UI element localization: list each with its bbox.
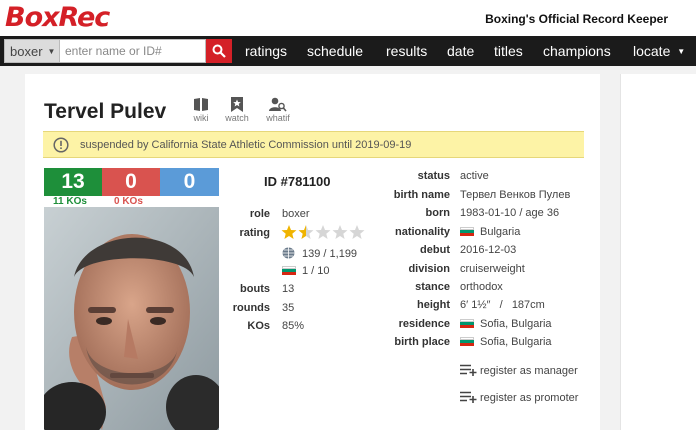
star-empty-icon xyxy=(332,225,348,239)
world-rank[interactable]: 139 / 1,199 xyxy=(282,247,357,260)
country-rank[interactable]: 1 / 10 xyxy=(282,265,330,277)
watch-label: watch xyxy=(225,113,249,123)
list-add-icon xyxy=(460,391,477,403)
star-half-icon xyxy=(298,225,314,239)
nationality-label: nationality xyxy=(394,226,450,238)
main-navbar: boxer ▼ ratings schedule results date tit… xyxy=(0,36,696,66)
boxrec-logo[interactable]: BoxRec xyxy=(5,2,110,33)
record-losses: 0 xyxy=(102,168,160,196)
birth-name-value: Тервел Венков Пулев xyxy=(460,189,571,201)
rounds-label: rounds xyxy=(232,302,270,314)
chevron-down-icon: ▼ xyxy=(47,47,56,56)
nationality-text: Bulgaria xyxy=(480,226,521,238)
register-promoter-label: register as promoter xyxy=(480,392,579,404)
nav-ratings[interactable]: ratings xyxy=(245,43,287,59)
bookmark-star-icon xyxy=(231,97,243,112)
bulgaria-flag-icon xyxy=(460,337,474,346)
bulgaria-flag-icon xyxy=(460,227,474,236)
residence-value[interactable]: Sofia, Bulgaria xyxy=(460,318,552,330)
nav-titles[interactable]: titles xyxy=(494,43,523,59)
born-value: 1983-01-10 / age 36 xyxy=(460,207,560,219)
alert-text: suspended by California State Athletic C… xyxy=(80,139,412,151)
site-tagline: Boxing's Official Record Keeper xyxy=(485,12,668,26)
debut-value[interactable]: 2016-12-03 xyxy=(460,244,516,256)
side-panel xyxy=(620,74,696,430)
rounds-value: 35 xyxy=(282,302,295,314)
wins-ko-count: 11 KOs xyxy=(53,196,87,207)
nav-locate[interactable]: locate ▼ xyxy=(633,43,685,59)
bulgaria-flag-icon xyxy=(282,266,296,275)
book-icon xyxy=(194,98,208,111)
wiki-label: wiki xyxy=(193,113,209,123)
division-value: cruiserweight xyxy=(460,263,525,275)
bulgaria-flag-icon xyxy=(460,319,474,328)
record-wins: 13 xyxy=(44,168,102,196)
boxer-photo xyxy=(44,207,219,430)
status-value: active xyxy=(460,170,489,182)
residence-label: residence xyxy=(398,318,450,330)
suspension-alert: suspended by California State Athletic C… xyxy=(43,131,584,158)
search-input[interactable] xyxy=(60,39,206,63)
search-button[interactable] xyxy=(206,39,232,63)
rating-stars xyxy=(281,224,369,243)
profile-content: Tervel Pulev wiki watch whatif suspended… xyxy=(25,74,600,430)
nav-date[interactable]: date xyxy=(447,43,474,59)
height-value: 6′ 1½″ / 187cm xyxy=(460,299,545,311)
bouts-value: 13 xyxy=(282,283,295,295)
boxer-id: ID #781100 xyxy=(264,174,331,189)
nationality-value[interactable]: Bulgaria xyxy=(460,226,520,238)
birth-place-label: birth place xyxy=(394,336,450,348)
height-label: height xyxy=(417,299,450,311)
kos-value: 85% xyxy=(282,320,305,332)
star-empty-icon xyxy=(315,225,331,239)
rating-label: rating xyxy=(239,227,270,239)
losses-ko-count: 0 KOs xyxy=(114,196,143,207)
nav-schedule[interactable]: schedule xyxy=(307,43,363,59)
record-draws: 0 xyxy=(160,168,219,196)
person-search-icon xyxy=(269,97,287,112)
division-label: division xyxy=(408,263,450,275)
whatif-link[interactable]: whatif xyxy=(260,97,296,123)
boxer-name: Tervel Pulev xyxy=(44,100,167,123)
watch-link[interactable]: watch xyxy=(219,97,255,123)
born-label: born xyxy=(425,207,450,219)
debut-label: debut xyxy=(420,244,450,256)
kos-label: KOs xyxy=(247,320,270,332)
birth-place-value[interactable]: Sofia, Bulgaria xyxy=(460,336,552,348)
star-icon xyxy=(281,225,297,239)
nav-results[interactable]: results xyxy=(386,43,427,59)
register-manager-label: register as manager xyxy=(480,365,578,377)
nav-champions[interactable]: champions xyxy=(543,43,611,59)
bouts-label: bouts xyxy=(240,283,270,295)
whatif-label: whatif xyxy=(266,113,290,123)
search-box: boxer ▼ xyxy=(4,39,232,63)
search-type-select[interactable]: boxer ▼ xyxy=(4,39,60,63)
stance-label: stance xyxy=(415,281,450,293)
birth-place-text: Sofia, Bulgaria xyxy=(480,336,552,348)
country-rank-value: 1 / 10 xyxy=(302,265,330,277)
nav-locate-label: locate xyxy=(633,43,671,59)
globe-icon xyxy=(282,247,295,259)
world-rank-value: 139 / 1,199 xyxy=(302,248,358,260)
list-add-icon xyxy=(460,364,477,376)
chevron-down-icon: ▼ xyxy=(677,47,686,56)
stance-value: orthodox xyxy=(460,281,503,293)
search-icon xyxy=(212,44,226,58)
residence-text: Sofia, Bulgaria xyxy=(480,318,552,330)
search-type-label: boxer xyxy=(10,44,43,59)
wiki-link[interactable]: wiki xyxy=(183,97,219,123)
register-promoter-link[interactable]: register as promoter xyxy=(460,391,578,404)
star-empty-icon xyxy=(349,225,365,239)
role-label: role xyxy=(249,208,270,220)
register-manager-link[interactable]: register as manager xyxy=(460,364,578,377)
top-bar: BoxRec Boxing's Official Record Keeper xyxy=(0,0,696,36)
role-value: boxer xyxy=(282,208,310,220)
warning-icon xyxy=(53,137,69,153)
status-label: status xyxy=(417,170,450,182)
birth-name-label: birth name xyxy=(393,189,450,201)
